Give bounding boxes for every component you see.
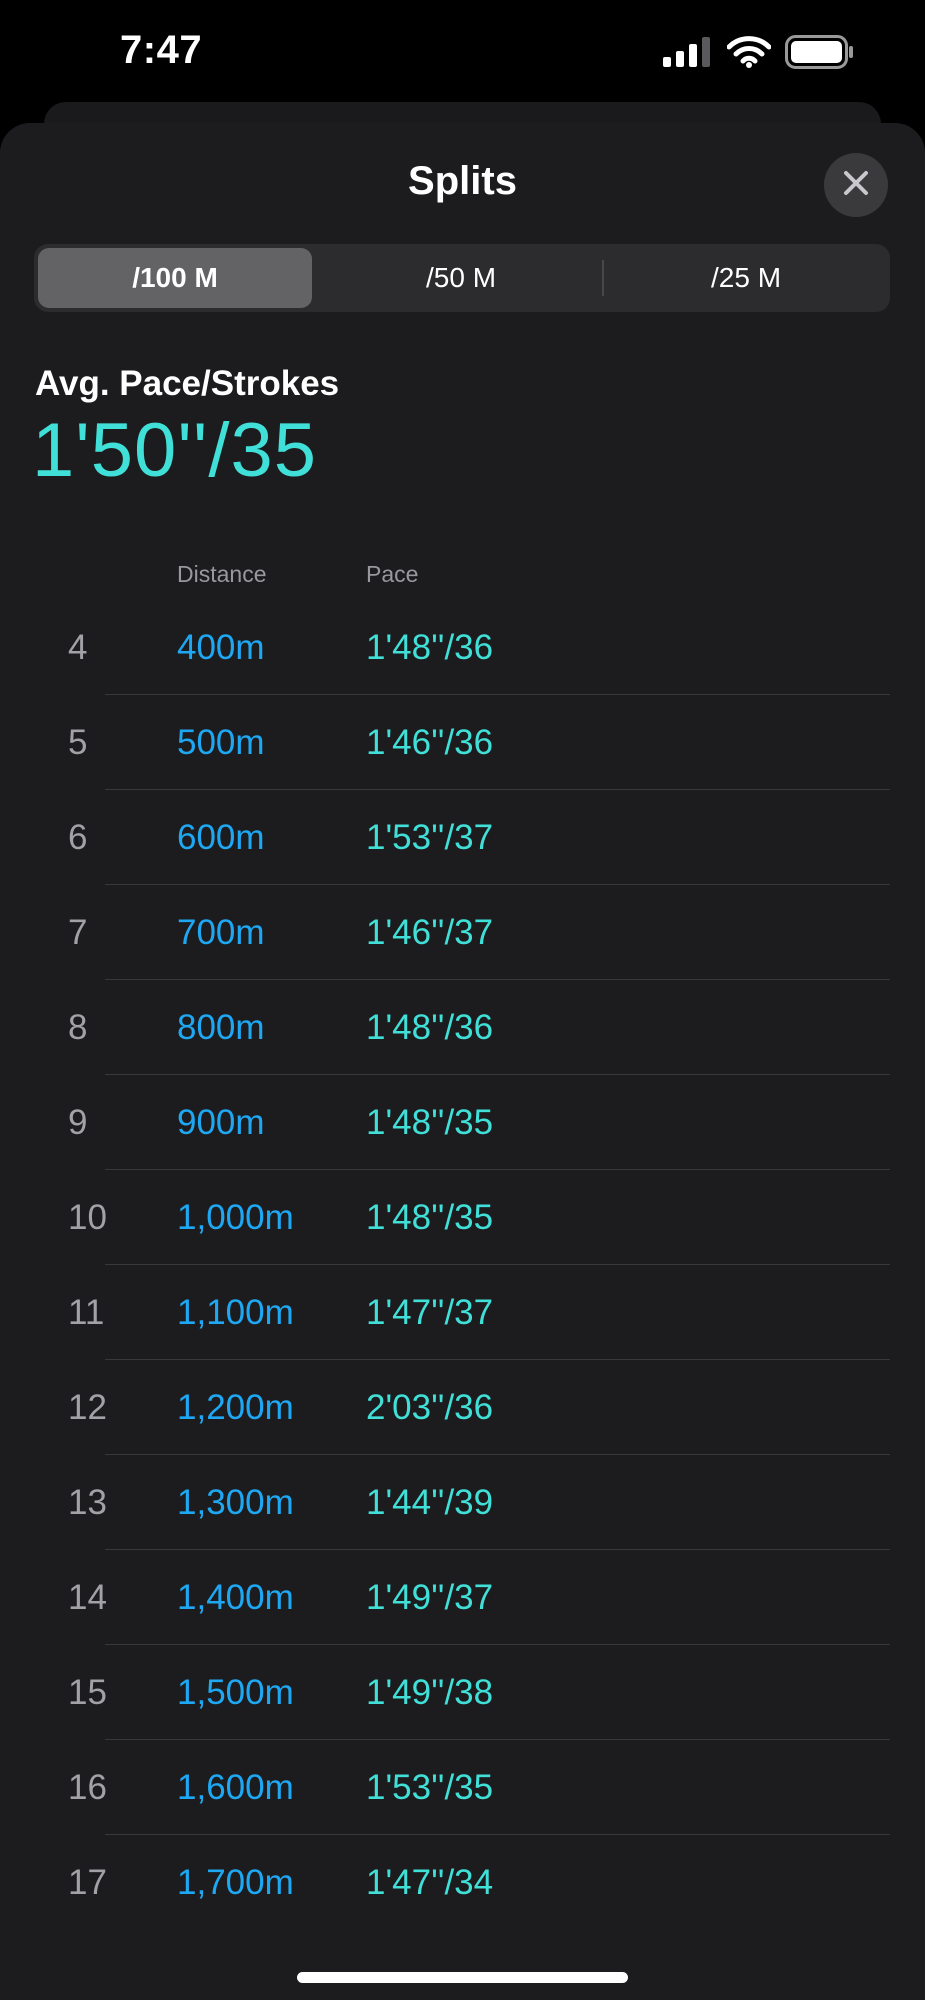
split-row: 6 600m 1'53''/37 <box>0 790 925 885</box>
split-pace: 1'46''/37 <box>366 913 494 952</box>
split-distance: 1,600m <box>177 1768 294 1807</box>
split-index: 5 <box>68 723 88 762</box>
battery-icon <box>785 34 855 74</box>
cellular-signal-icon <box>663 36 713 72</box>
split-distance: 400m <box>177 628 265 667</box>
split-distance: 1,300m <box>177 1483 294 1522</box>
home-indicator <box>297 1972 628 1983</box>
split-pace: 1'48''/36 <box>366 1008 494 1047</box>
split-pace: 1'49''/37 <box>366 1578 494 1617</box>
split-row: 5 500m 1'46''/36 <box>0 695 925 790</box>
split-row: 16 1,600m 1'53''/35 <box>0 1740 925 1835</box>
split-index: 11 <box>68 1293 105 1332</box>
split-index: 17 <box>68 1863 107 1902</box>
distance-column-header: Distance <box>177 561 267 587</box>
split-row: 11 1,100m 1'47''/37 <box>0 1265 925 1360</box>
avg-pace-value: 1'50''/35 <box>32 408 317 493</box>
split-row: 12 1,200m 2'03''/36 <box>0 1360 925 1455</box>
split-distance: 1,000m <box>177 1198 294 1237</box>
split-pace: 1'53''/35 <box>366 1768 494 1807</box>
split-distance: 800m <box>177 1008 265 1047</box>
split-pace: 1'48''/36 <box>366 628 494 667</box>
avg-pace-label: Avg. Pace/Strokes <box>35 364 340 403</box>
status-icons <box>663 34 855 74</box>
split-index: 16 <box>68 1768 107 1807</box>
split-distance: 1,500m <box>177 1673 294 1712</box>
pace-column-header: Pace <box>366 561 419 587</box>
split-row: 14 1,400m 1'49''/37 <box>0 1550 925 1645</box>
split-distance: 1,700m <box>177 1863 294 1902</box>
split-row: 8 800m 1'48''/36 <box>0 980 925 1075</box>
split-distance: 500m <box>177 723 265 762</box>
split-index: 10 <box>68 1198 107 1237</box>
split-pace: 1'48''/35 <box>366 1198 494 1237</box>
split-row: 9 900m 1'48''/35 <box>0 1075 925 1170</box>
wifi-icon <box>726 35 772 73</box>
split-distance: 1,400m <box>177 1578 294 1617</box>
split-distance: 900m <box>177 1103 265 1142</box>
split-row: 4 400m 1'48''/36 <box>0 600 925 695</box>
segment-25m[interactable]: /25 M <box>609 248 883 308</box>
split-pace: 1'49''/38 <box>366 1673 494 1712</box>
splits-sheet: Splits /100 M /50 M /25 M Avg. Pace/Stro… <box>0 123 925 2000</box>
split-distance: 600m <box>177 818 265 857</box>
split-index: 13 <box>68 1483 107 1522</box>
split-pace: 2'03''/36 <box>366 1388 494 1427</box>
segment-50m[interactable]: /50 M <box>324 248 598 308</box>
split-row: 17 1,700m 1'47''/34 <box>0 1835 925 1930</box>
split-distance: 1,200m <box>177 1388 294 1427</box>
split-pace: 1'48''/35 <box>366 1103 494 1142</box>
split-pace: 1'44''/39 <box>366 1483 494 1522</box>
split-index: 6 <box>68 818 88 857</box>
close-button[interactable] <box>824 153 888 217</box>
split-index: 14 <box>68 1578 107 1617</box>
split-index: 9 <box>68 1103 88 1142</box>
split-index: 4 <box>68 628 88 667</box>
split-distance-control: /100 M /50 M /25 M <box>34 244 890 312</box>
split-row: 7 700m 1'46''/37 <box>0 885 925 980</box>
split-pace: 1'53''/37 <box>366 818 494 857</box>
sheet-title: Splits <box>408 159 517 203</box>
split-pace: 1'46''/36 <box>366 723 494 762</box>
split-pace: 1'47''/34 <box>366 1863 494 1902</box>
split-distance: 1,100m <box>177 1293 294 1332</box>
split-index: 8 <box>68 1008 88 1047</box>
split-distance: 700m <box>177 913 265 952</box>
split-index: 7 <box>68 913 88 952</box>
split-row: 10 1,000m 1'48''/35 <box>0 1170 925 1265</box>
splits-table: 4 400m 1'48''/36 5 500m 1'46''/36 6 600m 1'53''/… <box>0 600 925 1930</box>
segment-divider <box>602 260 604 296</box>
split-pace: 1'47''/37 <box>366 1293 494 1332</box>
split-row: 15 1,500m 1'49''/38 <box>0 1645 925 1740</box>
status-bar: 7:47 <box>0 0 925 110</box>
segment-100m[interactable]: /100 M <box>38 248 312 308</box>
split-row: 13 1,300m 1'44''/39 <box>0 1455 925 1550</box>
close-icon <box>842 169 870 202</box>
split-index: 15 <box>68 1673 107 1712</box>
status-time: 7:47 <box>120 28 203 72</box>
split-index: 12 <box>68 1388 107 1427</box>
